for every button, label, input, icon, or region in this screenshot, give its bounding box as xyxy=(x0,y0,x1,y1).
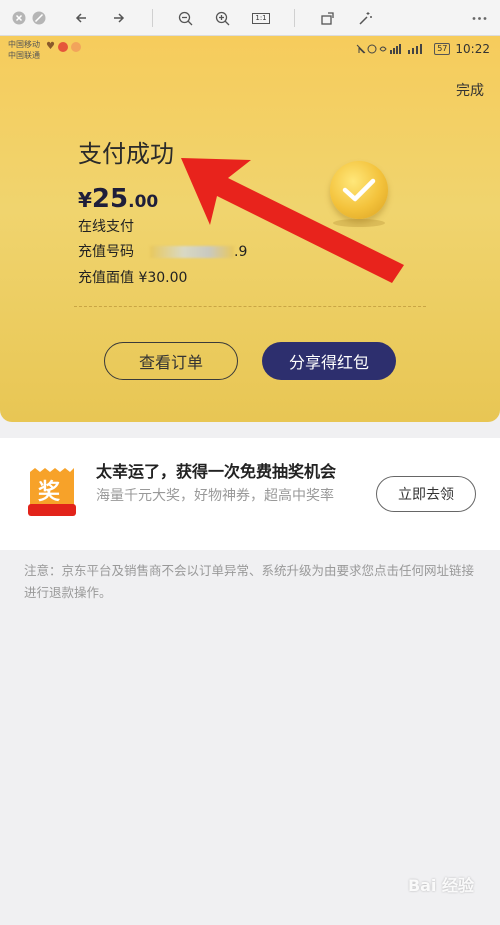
page-title: 支付成功 xyxy=(78,140,174,168)
stop-icon[interactable] xyxy=(30,9,48,27)
recharge-number-row: 充值号码 .9 xyxy=(78,241,247,261)
carrier-info: 中国移动 中国联通 xyxy=(8,39,40,61)
heart-icon: ♥ xyxy=(46,41,55,52)
done-button[interactable]: 完成 xyxy=(456,80,484,100)
prize-ticket-icon: 奖 xyxy=(26,466,78,522)
recharge-number-label: 充值号码 xyxy=(78,244,134,260)
view-order-button[interactable]: 查看订单 xyxy=(104,342,238,380)
app-notification-icon xyxy=(57,42,68,52)
lottery-description: 海量千元大奖，好物神券，超高中奖率 xyxy=(96,488,334,504)
recharge-number-suffix: .9 xyxy=(234,244,248,260)
magic-icon[interactable] xyxy=(356,9,374,27)
claim-now-button[interactable]: 立即去领 xyxy=(376,476,476,512)
toolbar-divider xyxy=(152,9,153,27)
success-check-icon xyxy=(330,161,388,219)
signal-strength-icon xyxy=(408,44,423,54)
notification-icons: ♥ xyxy=(46,42,81,52)
zoom-in-icon[interactable] xyxy=(213,9,231,27)
amount-decimal: .00 xyxy=(128,192,159,212)
status-right: 57 10:22 xyxy=(356,42,490,56)
currency-symbol: ¥ xyxy=(78,188,92,212)
more-icon[interactable] xyxy=(470,9,488,27)
back-icon[interactable] xyxy=(72,9,90,27)
battery-indicator: 57 xyxy=(434,43,451,55)
actual-size-icon[interactable]: 1:1 xyxy=(251,9,271,27)
carrier-1: 中国移动 xyxy=(8,40,40,49)
payment-success-card: 中国移动 中国联通 ♥ 57 10:22 完成 支付成功 ¥25.00 在线支付 xyxy=(0,36,500,422)
close-icon[interactable] xyxy=(10,9,28,27)
amount-integer: 25 xyxy=(91,184,129,214)
payment-amount: ¥25.00 xyxy=(78,184,158,214)
pet-app-icon xyxy=(70,42,81,52)
clock: 10:22 xyxy=(455,42,490,56)
masked-phone-number xyxy=(150,246,234,258)
security-notice: 注意：京东平台及销售商不会以订单异常、系统升级为由要求您点击任何网址链接进行退款… xyxy=(24,563,475,600)
toolbar-divider xyxy=(294,9,295,27)
carrier-2: 中国联通 xyxy=(8,51,40,60)
zoom-out-icon[interactable] xyxy=(176,9,194,27)
check-shadow xyxy=(333,219,385,227)
lottery-title: 太幸运了，获得一次免费抽奖机会 xyxy=(96,462,337,481)
payment-method: 在线支付 xyxy=(78,219,134,235)
status-bar: 中国移动 中国联通 ♥ 57 10:22 xyxy=(0,36,500,64)
forward-icon[interactable] xyxy=(110,9,128,27)
rotate-icon[interactable] xyxy=(318,9,336,27)
prize-icon-char: 奖 xyxy=(38,480,61,505)
signal-icons xyxy=(356,44,402,54)
lottery-card: 奖 太幸运了，获得一次免费抽奖机会 海量千元大奖，好物神券，超高中奖率 立即去领 xyxy=(0,438,500,550)
dashed-divider xyxy=(74,306,426,307)
share-red-packet-button[interactable]: 分享得红包 xyxy=(262,342,396,380)
viewer-toolbar: 1:1 xyxy=(0,0,500,36)
face-value: 充值面值 ¥30.00 xyxy=(78,270,188,286)
actual-size-label: 1:1 xyxy=(252,12,270,24)
watermark: Bai 经验 xyxy=(407,876,474,895)
